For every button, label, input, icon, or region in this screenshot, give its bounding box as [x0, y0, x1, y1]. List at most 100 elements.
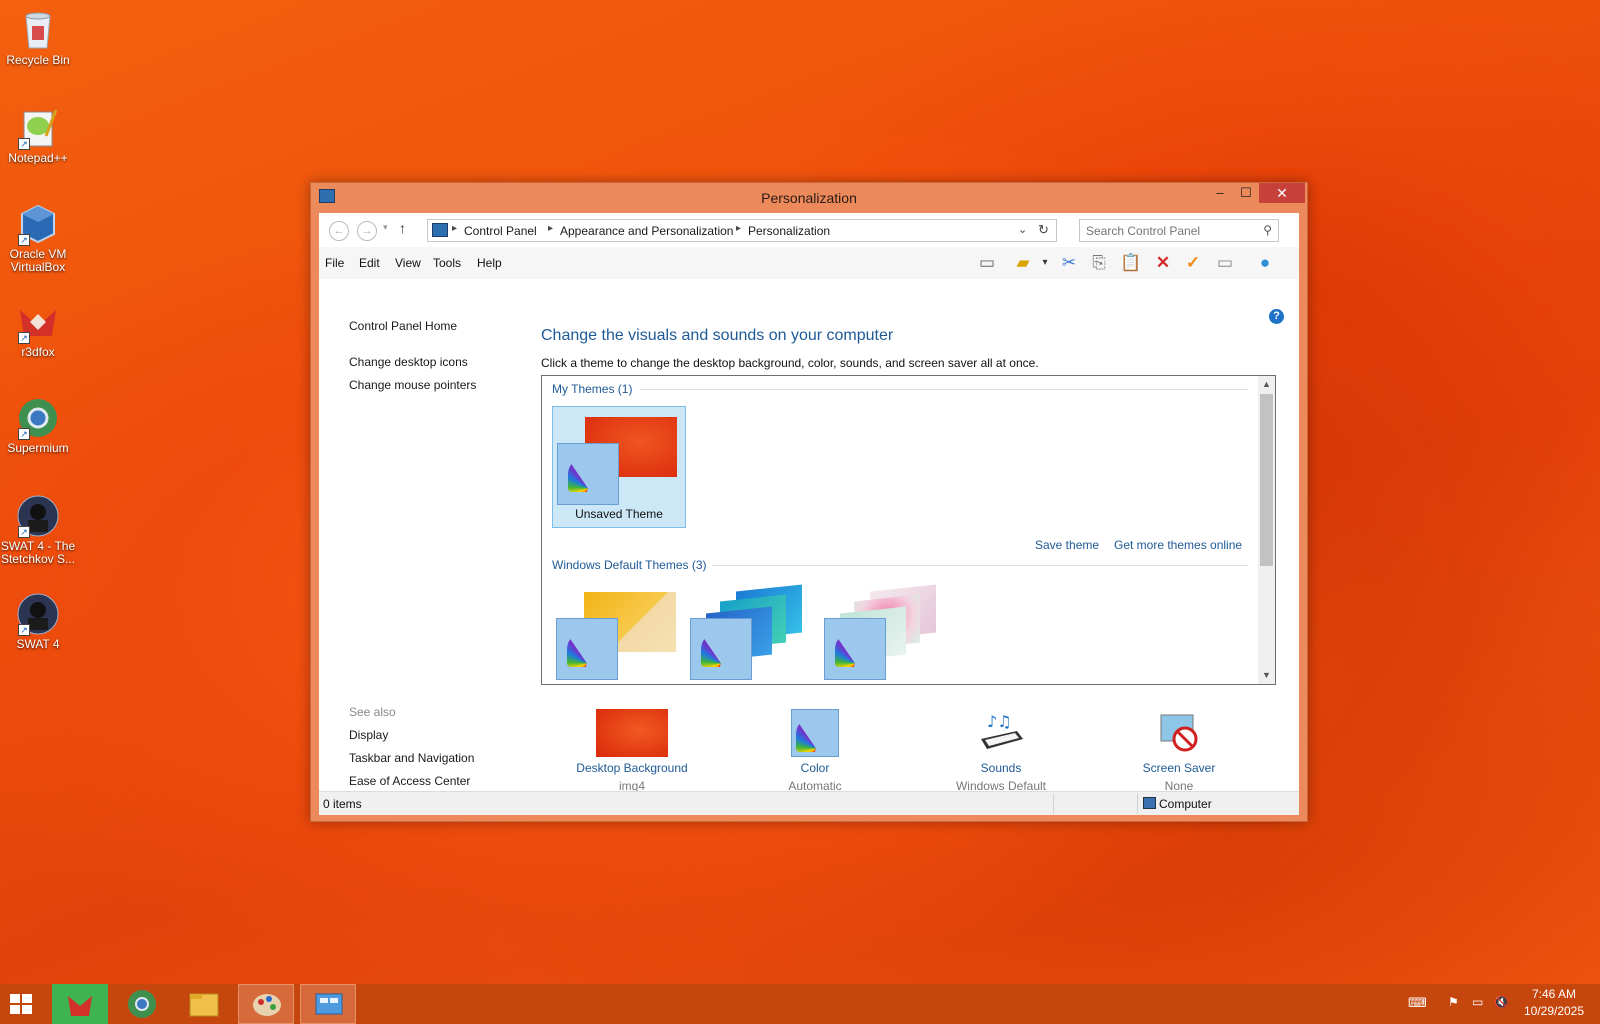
scrollbar-thumb[interactable]: [1260, 394, 1273, 566]
change-desktop-icons-link[interactable]: Change desktop icons: [349, 355, 468, 369]
taskbar-navigation-link[interactable]: Taskbar and Navigation: [349, 751, 474, 765]
preview-pane-icon[interactable]: ▭: [975, 252, 999, 274]
page-title: Change the visuals and sounds on your co…: [541, 327, 894, 344]
menu-tools[interactable]: Tools: [433, 256, 461, 270]
shortcut-arrow-icon: ↗: [18, 428, 30, 440]
sounds-icon: ♪♫: [977, 709, 1025, 757]
desktop-background-label[interactable]: Desktop Background: [557, 761, 707, 775]
help-icon[interactable]: ?: [1269, 309, 1284, 324]
desktop-icon-supermium[interactable]: ↗ Supermium: [0, 390, 76, 455]
minimize-button[interactable]: –: [1207, 183, 1233, 203]
taskbar-clock[interactable]: 7:46 AM 10/29/2025: [1516, 986, 1592, 1020]
breadcrumb-personalization[interactable]: Personalization: [748, 224, 830, 238]
display-link[interactable]: Display: [349, 728, 388, 742]
back-button[interactable]: ←: [329, 221, 349, 241]
desktop-icon-label: Oracle VM VirtualBox: [9, 247, 67, 274]
recent-dropdown-icon[interactable]: ▾: [383, 222, 388, 233]
theme-name: Unsaved Theme: [575, 507, 663, 521]
action-center-flag-icon[interactable]: ⚑: [1448, 995, 1459, 1009]
breadcrumb-separator: ▸: [452, 223, 458, 234]
desktop-icon-label: SWAT 4 - The Stetchkov S...: [0, 539, 76, 566]
save-theme-link[interactable]: Save theme: [1035, 538, 1099, 552]
search-box[interactable]: ⚲: [1079, 219, 1279, 242]
folder-options-icon[interactable]: ▰: [1011, 252, 1035, 274]
address-dropdown-icon[interactable]: ⌄: [1018, 223, 1027, 236]
delete-icon[interactable]: ✕: [1151, 252, 1175, 274]
taskbar-paint[interactable]: [238, 984, 294, 1024]
screen-saver-label[interactable]: Screen Saver: [1119, 761, 1239, 775]
cut-icon[interactable]: ✂: [1057, 252, 1081, 274]
theme-tile-unsaved[interactable]: Unsaved Theme: [552, 406, 686, 528]
desktop-icon-recycle-bin[interactable]: Recycle Bin: [0, 2, 76, 67]
title-bar[interactable]: Personalization – ☐ ✕: [311, 183, 1307, 213]
sounds-setting[interactable]: ♪♫ Sounds Windows Default: [933, 709, 1069, 793]
copy-icon[interactable]: ⎘: [1087, 252, 1111, 274]
scroll-down-icon[interactable]: ▼: [1258, 667, 1275, 684]
desktop-icon-swat4[interactable]: ↗ SWAT 4: [0, 586, 76, 651]
rename-icon[interactable]: ▭: [1213, 252, 1237, 274]
address-bar[interactable]: ▸ Control Panel ▸ Appearance and Persona…: [427, 219, 1057, 242]
chevron-down-icon[interactable]: ▾: [1033, 252, 1057, 274]
sounds-label[interactable]: Sounds: [933, 761, 1069, 775]
network-icon[interactable]: ▭: [1472, 995, 1483, 1009]
theme-tile-default-2[interactable]: [686, 584, 820, 684]
address-row: ← → ▾ ↑ ▸ Control Panel ▸ Appearance and…: [319, 213, 1299, 247]
theme-list: My Themes (1) Unsaved Theme Save theme G…: [541, 375, 1276, 685]
desktop-icon-virtualbox[interactable]: ↗ Oracle VM VirtualBox: [0, 196, 76, 274]
taskbar-r3dfox[interactable]: [52, 984, 108, 1024]
menu-file[interactable]: File: [325, 256, 344, 270]
globe-icon[interactable]: ●: [1253, 252, 1277, 274]
breadcrumb-separator[interactable]: ▸: [548, 223, 553, 234]
theme-list-scrollbar[interactable]: ▲ ▼: [1258, 376, 1275, 684]
svg-text:♪♫: ♪♫: [987, 712, 1012, 731]
color-palette-icon: [824, 618, 886, 680]
menu-help[interactable]: Help: [477, 256, 502, 270]
notepadpp-icon: ↗: [16, 106, 60, 150]
menu-view[interactable]: View: [395, 256, 421, 270]
shortcut-arrow-icon: ↗: [18, 138, 30, 150]
breadcrumb-appearance[interactable]: Appearance and Personalization: [560, 224, 733, 238]
change-mouse-pointers-link[interactable]: Change mouse pointers: [349, 378, 476, 392]
desktop-icon-notepadpp[interactable]: ↗ Notepad++: [0, 100, 76, 165]
keyboard-icon[interactable]: ⌨: [1408, 995, 1427, 1011]
color-label[interactable]: Color: [755, 761, 875, 775]
taskbar-file-explorer[interactable]: [176, 984, 232, 1024]
menu-edit[interactable]: Edit: [359, 256, 380, 270]
swat4-icon: ↗: [16, 494, 60, 538]
close-button[interactable]: ✕: [1259, 183, 1305, 203]
desktop-icon-swat4-stetchkov[interactable]: ↗ SWAT 4 - The Stetchkov S...: [0, 488, 76, 566]
refresh-icon[interactable]: ↻: [1038, 222, 1049, 238]
get-more-themes-link[interactable]: Get more themes online: [1114, 538, 1242, 552]
breadcrumb-separator[interactable]: ▸: [736, 223, 741, 234]
group-divider: [640, 389, 1248, 390]
maximize-button[interactable]: ☐: [1233, 183, 1259, 203]
control-panel-home-link[interactable]: Control Panel Home: [349, 319, 457, 333]
screen-saver-setting[interactable]: Screen Saver None: [1119, 709, 1239, 793]
taskbar-supermium[interactable]: [114, 984, 170, 1024]
desktop-background-setting[interactable]: Desktop Background img4: [557, 709, 707, 793]
theme-tile-default-1[interactable]: [552, 584, 686, 684]
desktop-background-icon: [596, 709, 668, 757]
desktop-icon-label: Notepad++: [8, 151, 68, 165]
scroll-up-icon[interactable]: ▲: [1258, 376, 1275, 393]
properties-icon[interactable]: ✓: [1181, 252, 1205, 274]
window-title: Personalization: [761, 190, 857, 206]
shortcut-arrow-icon: ↗: [18, 526, 30, 538]
ease-of-access-link[interactable]: Ease of Access Center: [349, 774, 470, 788]
desktop-icon-r3dfox[interactable]: ↗ r3dfox: [0, 294, 76, 359]
up-button[interactable]: ↑: [399, 220, 406, 236]
theme-tile-default-3[interactable]: [820, 584, 954, 684]
shortcut-arrow-icon: ↗: [18, 624, 30, 636]
forward-button[interactable]: →: [357, 221, 377, 241]
start-button[interactable]: [10, 994, 32, 1014]
search-icon[interactable]: ⚲: [1263, 223, 1272, 237]
taskbar-control-panel[interactable]: [300, 984, 356, 1024]
color-palette-icon: [791, 709, 839, 757]
volume-muted-icon[interactable]: 🔇: [1494, 995, 1509, 1009]
r3dfox-icon: ↗: [16, 300, 60, 344]
color-setting[interactable]: Color Automatic: [755, 709, 875, 793]
breadcrumb-control-panel[interactable]: Control Panel: [464, 224, 537, 238]
search-input[interactable]: [1086, 221, 1256, 241]
status-divider: [1137, 794, 1138, 814]
paste-icon[interactable]: 📋: [1119, 252, 1143, 274]
